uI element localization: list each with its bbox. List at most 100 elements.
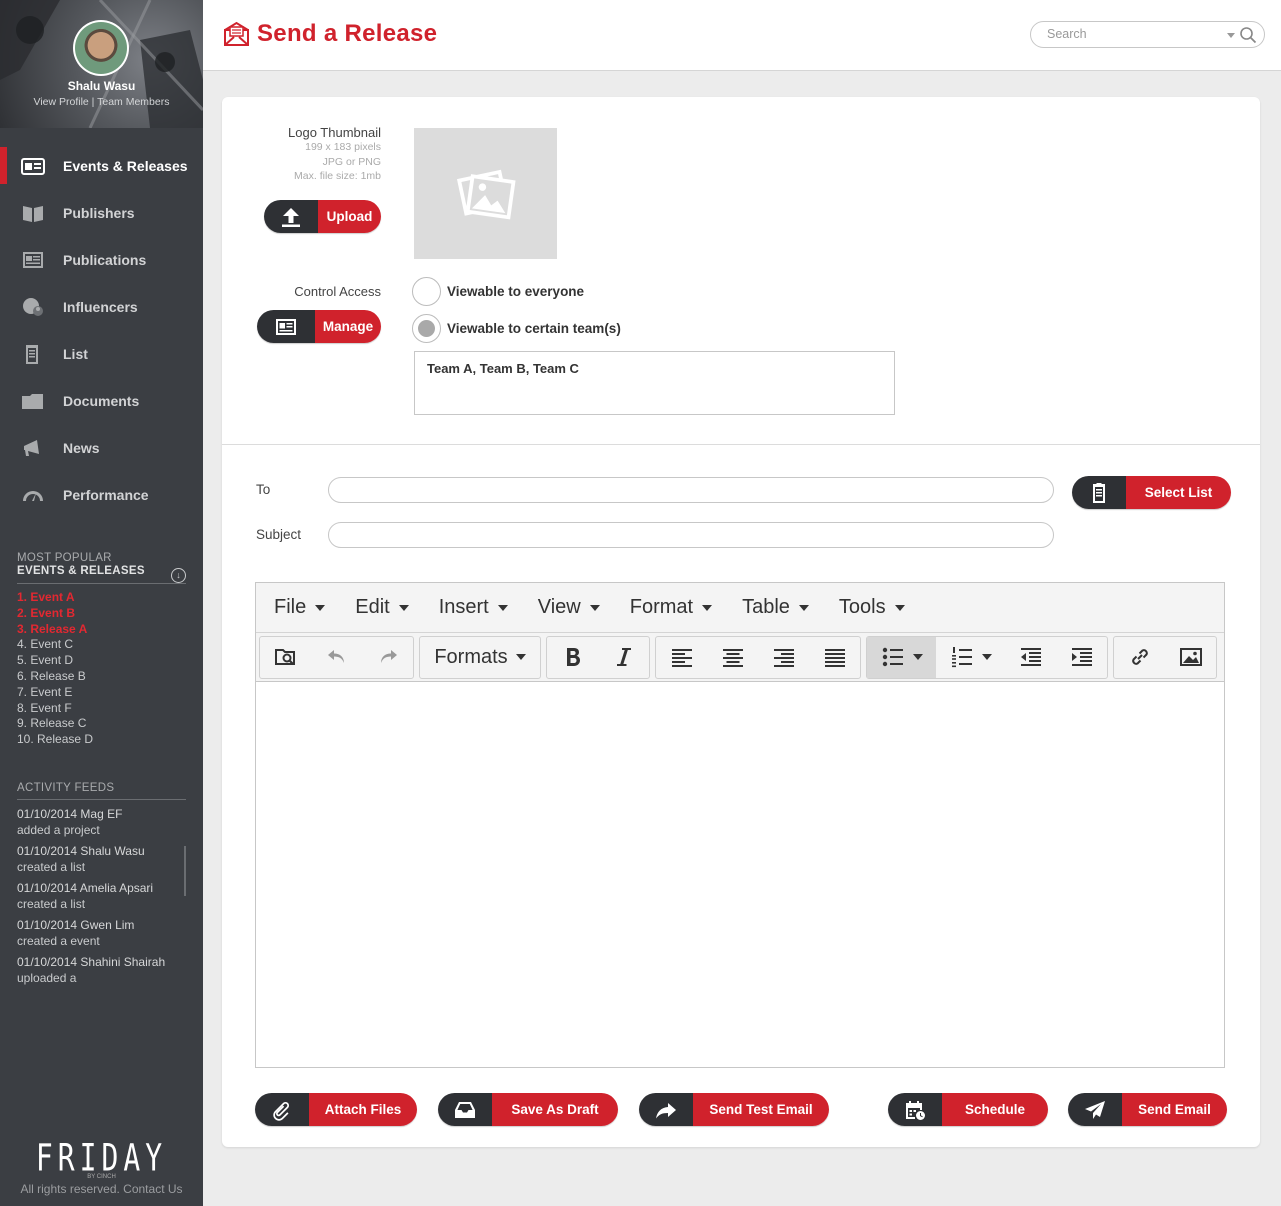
list-item[interactable]: 3. Release A — [17, 622, 186, 638]
sidebar-item-news[interactable]: News — [0, 424, 203, 471]
list-item[interactable]: 1. Event A — [17, 590, 186, 606]
chevron-down-icon[interactable] — [1227, 33, 1235, 38]
menu-edit[interactable]: Edit — [355, 596, 409, 619]
list-item[interactable]: 2. Event B — [17, 606, 186, 622]
search-box[interactable] — [1030, 21, 1265, 48]
sidebar-item-label: List — [63, 345, 88, 362]
sidebar-item-list[interactable]: List — [0, 330, 203, 377]
logo-hint-size: 199 x 183 pixels — [305, 141, 381, 153]
id-card-icon — [257, 310, 315, 343]
radio-viewable-teams[interactable]: Viewable to certain team(s) — [412, 314, 621, 343]
list-item[interactable]: 8. Event F — [17, 701, 186, 717]
menu-tools[interactable]: Tools — [839, 596, 905, 619]
avatar[interactable] — [73, 20, 129, 76]
sidebar-item-publishers[interactable]: Publishers — [0, 189, 203, 236]
paperclip-icon — [255, 1093, 309, 1126]
insert-link-button[interactable] — [1114, 637, 1165, 678]
align-center-button[interactable] — [707, 637, 758, 678]
list-item[interactable]: 4. Event C — [17, 637, 186, 653]
align-left-button[interactable] — [656, 637, 707, 678]
menu-format[interactable]: Format — [630, 596, 713, 619]
menu-file[interactable]: File — [274, 596, 326, 619]
numbered-list-button[interactable] — [936, 637, 1005, 678]
editor-menubar: File Edit Insert View Format Table Tools — [256, 583, 1224, 633]
rich-text-editor: File Edit Insert View Format Table Tools — [255, 582, 1225, 1068]
bold-button[interactable] — [547, 637, 598, 678]
top-header: Send a Release — [203, 0, 1281, 71]
teams-field[interactable]: Team A, Team B, Team C — [414, 351, 895, 415]
schedule-button[interactable]: Schedule — [888, 1093, 1048, 1126]
search-icon[interactable] — [1239, 26, 1257, 44]
upload-button[interactable]: Upload — [264, 200, 381, 233]
save-draft-label: Save As Draft — [492, 1093, 618, 1126]
find-replace-button[interactable] — [260, 637, 311, 678]
list-item[interactable]: 7. Event E — [17, 685, 186, 701]
radio-circle[interactable] — [412, 277, 441, 306]
save-draft-button[interactable]: Save As Draft — [438, 1093, 618, 1126]
to-field-wrap[interactable] — [328, 477, 1054, 503]
italic-button[interactable] — [598, 637, 649, 678]
justify-button[interactable] — [809, 637, 860, 678]
list-item[interactable]: 6. Release B — [17, 669, 186, 685]
insert-image-button[interactable] — [1165, 637, 1216, 678]
list-item[interactable]: 10. Release D — [17, 732, 186, 748]
send-test-email-button[interactable]: Send Test Email — [639, 1093, 829, 1126]
outdent-button[interactable] — [1005, 637, 1056, 678]
editor-toolbar: Formats — [256, 633, 1224, 682]
menu-view[interactable]: View — [538, 596, 600, 619]
align-right-button[interactable] — [758, 637, 809, 678]
sidebar-item-performance[interactable]: Performance — [0, 471, 203, 518]
toolbar-group-align — [655, 635, 861, 679]
select-list-label: Select List — [1126, 476, 1231, 509]
activity-feed: 01/10/2014 Mag EF added a project 01/10/2… — [17, 806, 186, 986]
sidebar-item-label: Publishers — [63, 204, 135, 221]
attach-files-button[interactable]: Attach Files — [255, 1093, 417, 1126]
folder-icon — [20, 390, 46, 412]
justify-icon — [824, 649, 845, 667]
list-item[interactable]: 5. Event D — [17, 653, 186, 669]
radio-viewable-everyone[interactable]: Viewable to everyone — [412, 277, 584, 306]
logo-thumbnail-placeholder[interactable] — [414, 128, 557, 259]
radio-circle-selected[interactable] — [412, 314, 441, 343]
select-list-button[interactable]: Select List — [1072, 476, 1231, 509]
editor-content-area[interactable] — [256, 682, 1224, 1066]
subject-input[interactable] — [329, 523, 1053, 547]
link-icon — [1131, 649, 1148, 665]
feed-line1: 01/10/2014 Amelia Apsari — [17, 880, 154, 895]
download-circle-icon[interactable]: ↓ — [171, 568, 186, 583]
undo-button[interactable] — [311, 637, 362, 678]
send-email-button[interactable]: Send Email — [1068, 1093, 1227, 1126]
sidebar-item-publications[interactable]: Publications — [0, 236, 203, 283]
feed-line1: 01/10/2014 Shalu Wasu — [17, 843, 145, 858]
logo-text: FRIDAY — [35, 1135, 168, 1180]
footer-text[interactable]: All rights reserved. Contact Us — [0, 1182, 203, 1196]
manage-label: Manage — [315, 310, 381, 343]
feed-item: 01/10/2014 Amelia Apsari created a list — [17, 880, 186, 912]
bullet-list-button[interactable] — [867, 636, 936, 678]
align-center-icon — [722, 649, 743, 667]
manage-button[interactable]: Manage — [257, 310, 381, 343]
sidebar-item-influencers[interactable]: Influencers — [0, 283, 203, 330]
search-input[interactable] — [1047, 27, 1217, 41]
page-title: Send a Release — [257, 20, 438, 47]
feed-line2: created a list — [17, 859, 86, 874]
profile-links[interactable]: View Profile | Team Members — [0, 96, 203, 108]
formats-dropdown[interactable]: Formats — [420, 637, 540, 678]
list-item[interactable]: 9. Release C — [17, 716, 186, 732]
logo-hint-format: JPG or PNG — [322, 155, 381, 168]
sidebar-item-events-releases[interactable]: Events & Releases — [0, 142, 203, 189]
to-input[interactable] — [329, 478, 1053, 502]
feed-scrollbar[interactable] — [184, 845, 186, 896]
menu-table[interactable]: Table — [742, 596, 809, 619]
book-icon — [20, 202, 46, 224]
subject-field-wrap[interactable] — [328, 522, 1054, 548]
redo-button[interactable] — [362, 637, 413, 678]
logo-hint-filesize: Max. file size: 1mb — [294, 170, 381, 182]
indent-button[interactable] — [1056, 637, 1107, 678]
sidebar-item-label: Publications — [63, 251, 147, 268]
menu-insert[interactable]: Insert — [439, 596, 508, 619]
profile-name[interactable]: Shalu Wasu — [0, 79, 203, 93]
toolbar-group-insert — [1113, 635, 1217, 679]
logo-thumbnail-block: Logo Thumbnail 199 x 183 pixels JPG or P… — [211, 125, 381, 184]
sidebar-item-documents[interactable]: Documents — [0, 377, 203, 424]
